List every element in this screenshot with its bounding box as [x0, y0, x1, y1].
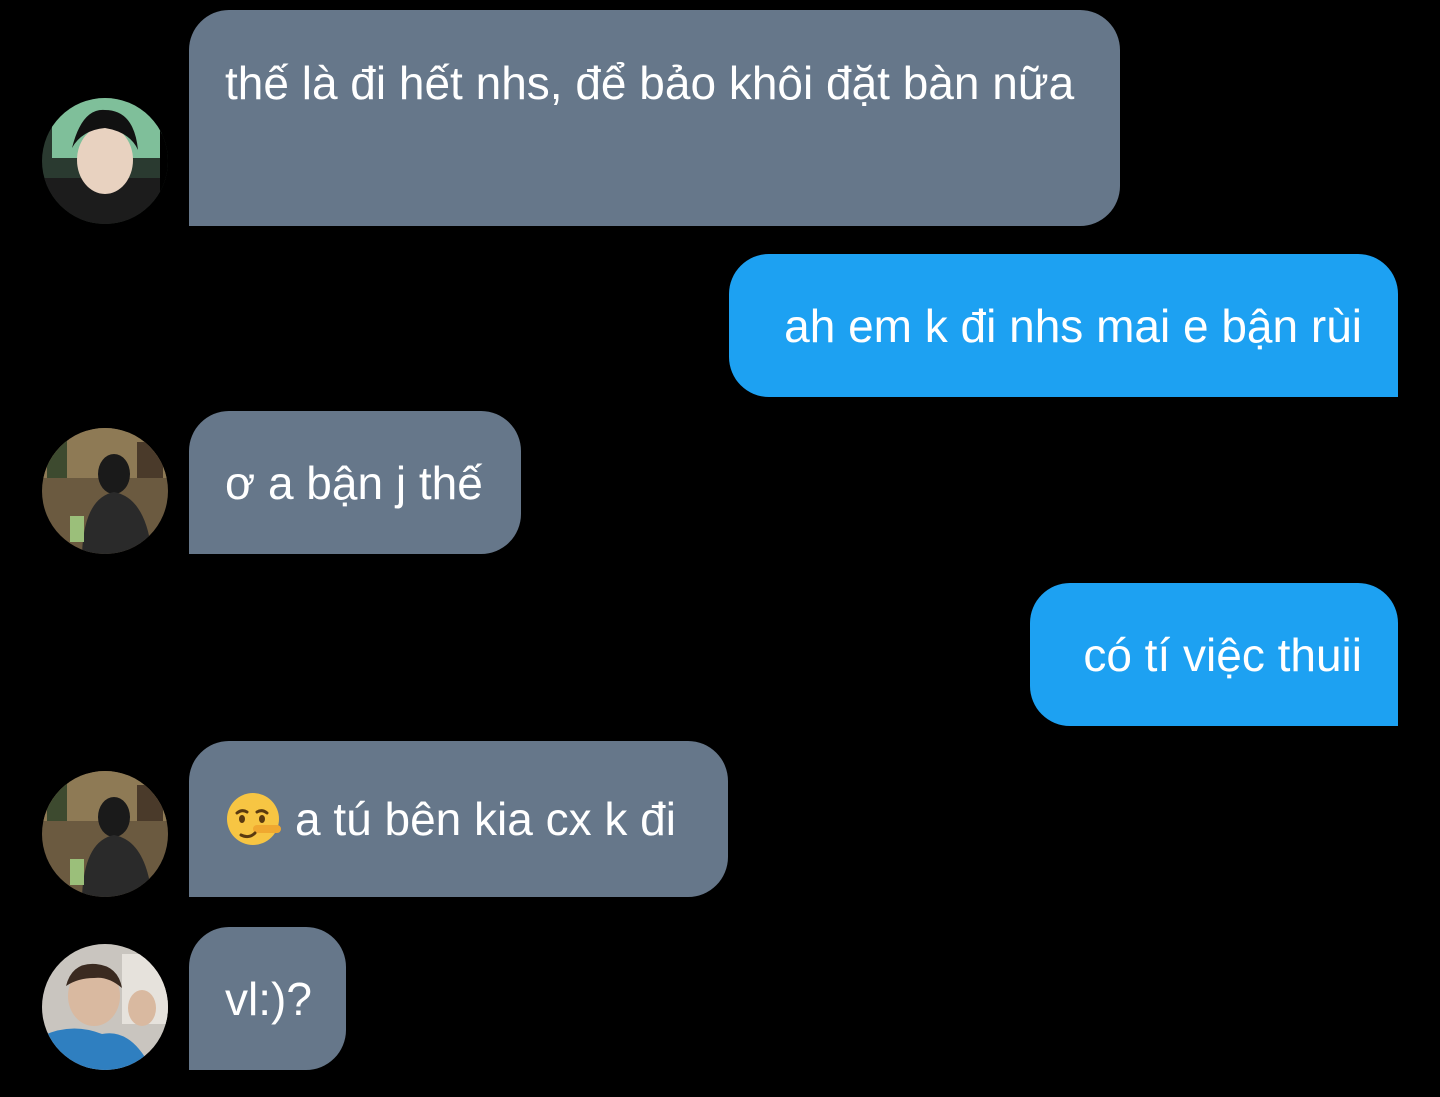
avatar-user-1[interactable] [42, 98, 168, 224]
avatar-user-2[interactable] [42, 771, 168, 897]
avatar-photo-icon [42, 771, 168, 897]
message-bubble-incoming[interactable]: thế là đi hết nhs, để bảo khôi đặt bàn n… [189, 10, 1120, 226]
message-text: ah em k đi nhs mai e bận rùi [784, 299, 1362, 352]
avatar-photo-icon [42, 944, 168, 1070]
message-bubble-incoming[interactable]: ơ a bận j thế [189, 411, 521, 554]
avatar-photo-icon [42, 428, 168, 554]
message-bubble-incoming[interactable]: a tú bên kia cx k đi [189, 741, 728, 897]
message-text: a tú bên kia cx k đi [295, 793, 676, 845]
message-text: ơ a bận j thế [225, 456, 483, 509]
message-bubble-outgoing[interactable]: ah em k đi nhs mai e bận rùi [729, 254, 1398, 397]
message-text: vl:)? [225, 972, 312, 1025]
message-text: thế là đi hết nhs, để bảo khôi đặt bàn n… [225, 57, 1075, 109]
avatar-user-3[interactable] [42, 944, 168, 1070]
lying-face-emoji-icon [227, 793, 281, 845]
message-text: có tí việc thuii [1083, 628, 1362, 681]
message-bubble-outgoing[interactable]: có tí việc thuii [1030, 583, 1398, 726]
avatar-user-2[interactable] [42, 428, 168, 554]
avatar-photo-icon [42, 98, 168, 224]
message-bubble-incoming[interactable]: vl:)? [189, 927, 346, 1070]
